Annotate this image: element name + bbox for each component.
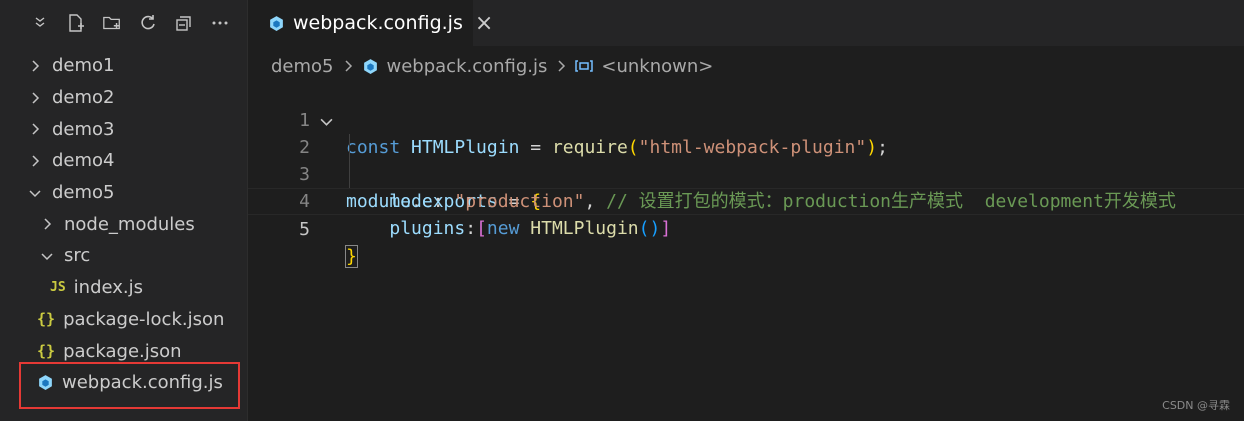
new-folder-icon[interactable] xyxy=(102,13,122,33)
tree-item-index-js[interactable]: JS index.js xyxy=(0,272,247,304)
tree-item-demo4[interactable]: demo4 xyxy=(0,145,247,177)
explorer-sidebar: demo1 demo2 demo3 demo4 demo5 node_modul… xyxy=(0,0,248,421)
code-text: plugins:[new HTMLPlugin()] xyxy=(389,218,672,239)
tree-item-demo3[interactable]: demo3 xyxy=(0,113,247,145)
webpack-file-icon xyxy=(362,58,379,75)
webpack-file-icon xyxy=(268,15,285,32)
explorer-toolbar xyxy=(0,0,247,46)
chevron-right-icon xyxy=(40,218,54,230)
symbol-variable-icon xyxy=(575,59,594,73)
tab-webpack-config-js[interactable]: webpack.config.js × xyxy=(248,0,493,46)
highlight-annotation-box xyxy=(19,362,240,409)
fold-chevron-down-icon[interactable] xyxy=(320,107,333,134)
collapse-all-icon[interactable] xyxy=(174,13,194,33)
code-editor[interactable]: 1 const HTMLPlugin = require("html-webpa… xyxy=(248,80,1244,268)
chevron-right-icon xyxy=(28,60,42,72)
code-line-2: 2 module.exports = { xyxy=(248,107,1244,212)
code-text: } xyxy=(345,245,358,268)
chevron-right-icon xyxy=(28,92,42,104)
js-file-icon: JS xyxy=(50,280,66,296)
code-line-5: 5 } xyxy=(248,188,1244,268)
chevron-right-icon xyxy=(342,60,354,72)
tree-item-label: demo2 xyxy=(52,87,115,109)
breadcrumb: demo5 webpack.config.js <unknown> xyxy=(271,53,713,79)
code-line-3: 3 mode: "production", // 设置打包的模式：product… xyxy=(248,134,1244,212)
chevron-down-icon xyxy=(28,187,42,199)
code-line-4: 4 plugins:[new HTMLPlugin()] xyxy=(248,161,1244,239)
editor-tab-bar: webpack.config.js × xyxy=(248,0,1244,46)
tree-item-label: node_modules xyxy=(64,213,195,235)
tree-item-label: src xyxy=(64,245,91,267)
chevron-right-icon xyxy=(555,60,567,72)
new-file-icon[interactable] xyxy=(66,13,86,33)
chevron-right-icon xyxy=(28,155,42,167)
tree-item-demo1[interactable]: demo1 xyxy=(0,50,247,82)
close-icon[interactable]: × xyxy=(475,11,493,36)
tree-item-label: package.json xyxy=(63,340,182,362)
tree-item-label: demo3 xyxy=(52,118,115,140)
tree-item-label: demo1 xyxy=(52,55,115,77)
collapse-icon[interactable] xyxy=(30,13,50,33)
json-file-icon: {} xyxy=(37,342,56,361)
tree-item-label: demo5 xyxy=(52,182,115,204)
breadcrumb-symbol[interactable]: <unknown> xyxy=(601,56,713,77)
breadcrumb-folder[interactable]: demo5 xyxy=(271,56,334,77)
more-icon[interactable] xyxy=(210,13,230,33)
code-line-1: 1 const HTMLPlugin = require("html-webpa… xyxy=(248,80,1244,158)
tree-item-demo2[interactable]: demo2 xyxy=(0,82,247,114)
tree-item-demo5[interactable]: demo5 xyxy=(0,177,247,209)
watermark: CSDN @寻霖 xyxy=(1162,399,1230,412)
tree-item-node-modules[interactable]: node_modules xyxy=(0,208,247,240)
tree-item-src[interactable]: src xyxy=(0,240,247,272)
chevron-down-icon xyxy=(40,250,54,262)
breadcrumb-file[interactable]: webpack.config.js xyxy=(387,56,548,77)
indent-guide xyxy=(349,134,350,188)
tree-item-label: index.js xyxy=(73,277,144,299)
tree-item-label: demo4 xyxy=(52,150,115,172)
line-number: 5 xyxy=(299,219,310,240)
tree-item-package-lock-json[interactable]: {} package-lock.json xyxy=(0,304,247,336)
tab-label: webpack.config.js xyxy=(293,12,463,34)
chevron-right-icon xyxy=(28,123,42,135)
file-tree: demo1 demo2 demo3 demo4 demo5 node_modul… xyxy=(0,50,247,399)
tree-item-label: package-lock.json xyxy=(63,308,225,330)
refresh-icon[interactable] xyxy=(138,13,158,33)
json-file-icon: {} xyxy=(37,310,56,329)
